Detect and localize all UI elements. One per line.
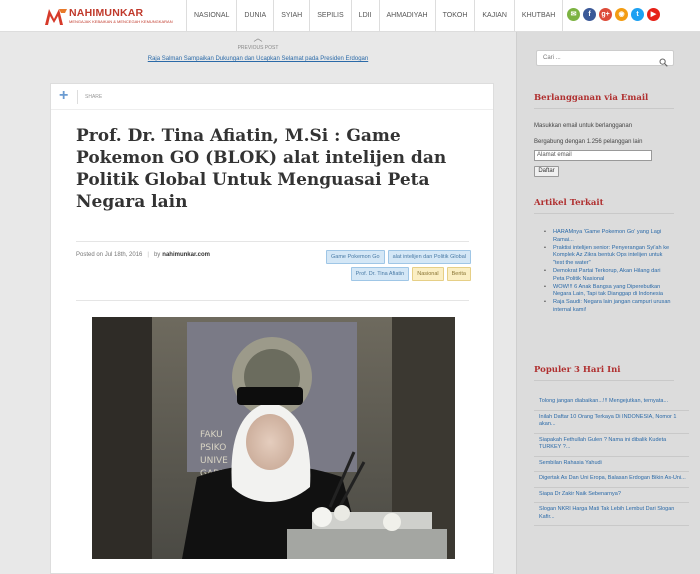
main-nav: NASIONAL DUNIA SYIAH SEPILIS LDII AHMADI… [186,0,564,32]
divider [534,213,674,214]
email-icon[interactable]: ✉ [567,8,580,21]
posted-date: Posted on Jul 18th, 2016 [76,252,143,258]
tag-chip[interactable]: Game Pokemon Go [326,250,385,264]
site-logo[interactable]: NAHIMUNKAR MENGAJAK KEBAIKAN & MENCEGAH … [45,7,173,25]
search-input[interactable]: Cari ... [536,50,674,67]
facebook-icon[interactable]: f [583,8,596,21]
popular-link[interactable]: Digertak As Dan Uni Eropa, Balasan Erdog… [534,472,689,488]
popular-link[interactable]: Siapa Dr Zakir Naik Sebenarnya? [534,488,689,503]
nav-item-nasional[interactable]: NASIONAL [186,0,236,32]
search-icon[interactable] [659,54,668,72]
nav-item-syiah[interactable]: SYIAH [273,0,309,32]
subscribe-heading: Berlangganan via Email [534,93,649,103]
nav-item-dunia[interactable]: DUNIA [236,0,273,32]
category-chip[interactable]: Nasional [412,267,444,281]
article-photo: FAKU PSIKO UNIVE GADJA [92,317,455,559]
nav-item-ahmadiyah[interactable]: AHMADIYAH [378,0,435,32]
popular-link[interactable]: Tolong jangan diabaikan...!!! Mengejutka… [534,395,689,411]
nav-item-ldii[interactable]: LDII [350,0,379,32]
subscribe-button[interactable]: Daftar [534,166,559,177]
related-link[interactable]: Demokrat Partai Terkorup, Akan Hilang da… [543,268,673,284]
popular-list: Tolong jangan diabaikan...!!! Mengejutka… [534,395,689,526]
popular-link[interactable]: Siapakah Fethullah Gulen ? Nama ini diba… [534,434,689,457]
related-link[interactable]: WOW!!! 6 Anak Bangsa yang Diperebutkan N… [543,284,673,300]
chevron-up-icon[interactable]: ︿ [0,34,516,43]
divider [76,241,469,242]
popular-heading: Populer 3 Hari Ini [534,365,621,375]
tag-chip[interactable]: alat intelijen dan Politik Global [387,250,471,264]
nav-item-khutbah[interactable]: KHUTBAH [513,0,564,32]
nav-item-tokoh[interactable]: TOKOH [434,0,475,32]
related-link[interactable]: HARAMnya 'Game Pokemon Go' yang Lagi Ram… [543,229,673,245]
popular-link[interactable]: Slogan NKRI Harga Mati Tak Lebih Lembut … [534,503,689,526]
divider [534,108,674,109]
post-meta: Posted on Jul 18th, 2016 | by nahimunkar… [76,252,210,258]
google-plus-icon[interactable]: g+ [599,8,612,21]
rss-icon[interactable]: ◉ [615,8,628,21]
divider [534,380,674,381]
social-links: ✉ f g+ ◉ t ▶ [567,8,660,21]
subscribe-text: Masukkan email untuk berlangganan [534,123,633,129]
logo-tagline: MENGAJAK KEBAIKAN & MENCEGAH KEMUNGKARAN [69,18,173,24]
svg-text:FAKU: FAKU [200,430,223,440]
related-list: HARAMnya 'Game Pokemon Go' yang Lagi Ram… [543,229,673,315]
previous-post-link[interactable]: Raja Salman Sampaikan Dukungan dan Ucapk… [0,56,516,62]
popular-link[interactable]: Sembilan Rahasia Yahudi [534,457,689,472]
email-placeholder: Alamat email [537,152,572,158]
logo-name: NAHIMUNKAR [69,7,144,20]
divider [76,300,469,301]
by-label: by [153,252,161,258]
meta-separator: | [147,252,149,258]
youtube-icon[interactable]: ▶ [647,8,660,21]
article-title: Prof. Dr. Tina Afiatin, M.Si : Game Poke… [76,126,447,212]
share-label[interactable]: SHARE [85,94,102,100]
popular-link[interactable]: Inilah Daftar 10 Orang Terkaya Di INDONE… [534,411,689,434]
nav-item-kajian[interactable]: KAJIAN [474,0,514,32]
share-bar: + SHARE [51,84,493,110]
author-link[interactable]: nahimunkar.com [162,252,210,258]
subscriber-count-text: Bergabung dengan 1.256 pelanggan lain [534,139,643,145]
plus-icon[interactable]: + [59,88,68,104]
svg-text:UNIVE: UNIVE [200,456,228,466]
nav-item-sepilis[interactable]: SEPILIS [309,0,350,32]
twitter-icon[interactable]: t [631,8,644,21]
svg-text:PSIKO: PSIKO [200,443,226,453]
logo-mark-icon [45,7,67,25]
email-field[interactable]: Alamat email [534,150,652,161]
article-card: + SHARE Prof. Dr. Tina Afiatin, M.Si : G… [50,83,494,574]
search-placeholder: Cari ... [543,55,561,61]
tag-list: Game Pokemon Go alat intelijen dan Polit… [291,250,471,281]
related-heading: Artikel Terkait [534,198,604,208]
divider [77,90,78,104]
tag-chip[interactable]: Prof. Dr. Tina Afiatin [350,267,410,281]
sidebar: Cari ... Berlangganan via Email Masukkan… [516,32,700,574]
category-chip[interactable]: Berita [446,267,471,281]
related-link[interactable]: Raja Saudi: Negara lain jangan campuri u… [543,299,673,315]
previous-post-label: PREVIOUS POST [237,45,279,51]
previous-post-nav: ︿ PREVIOUS POST Raja Salman Sampaikan Du… [0,34,516,63]
related-link[interactable]: Praktisi intelijen senior: Penyerangan S… [543,245,673,268]
top-header: NAHIMUNKAR MENGAJAK KEBAIKAN & MENCEGAH … [0,0,700,32]
